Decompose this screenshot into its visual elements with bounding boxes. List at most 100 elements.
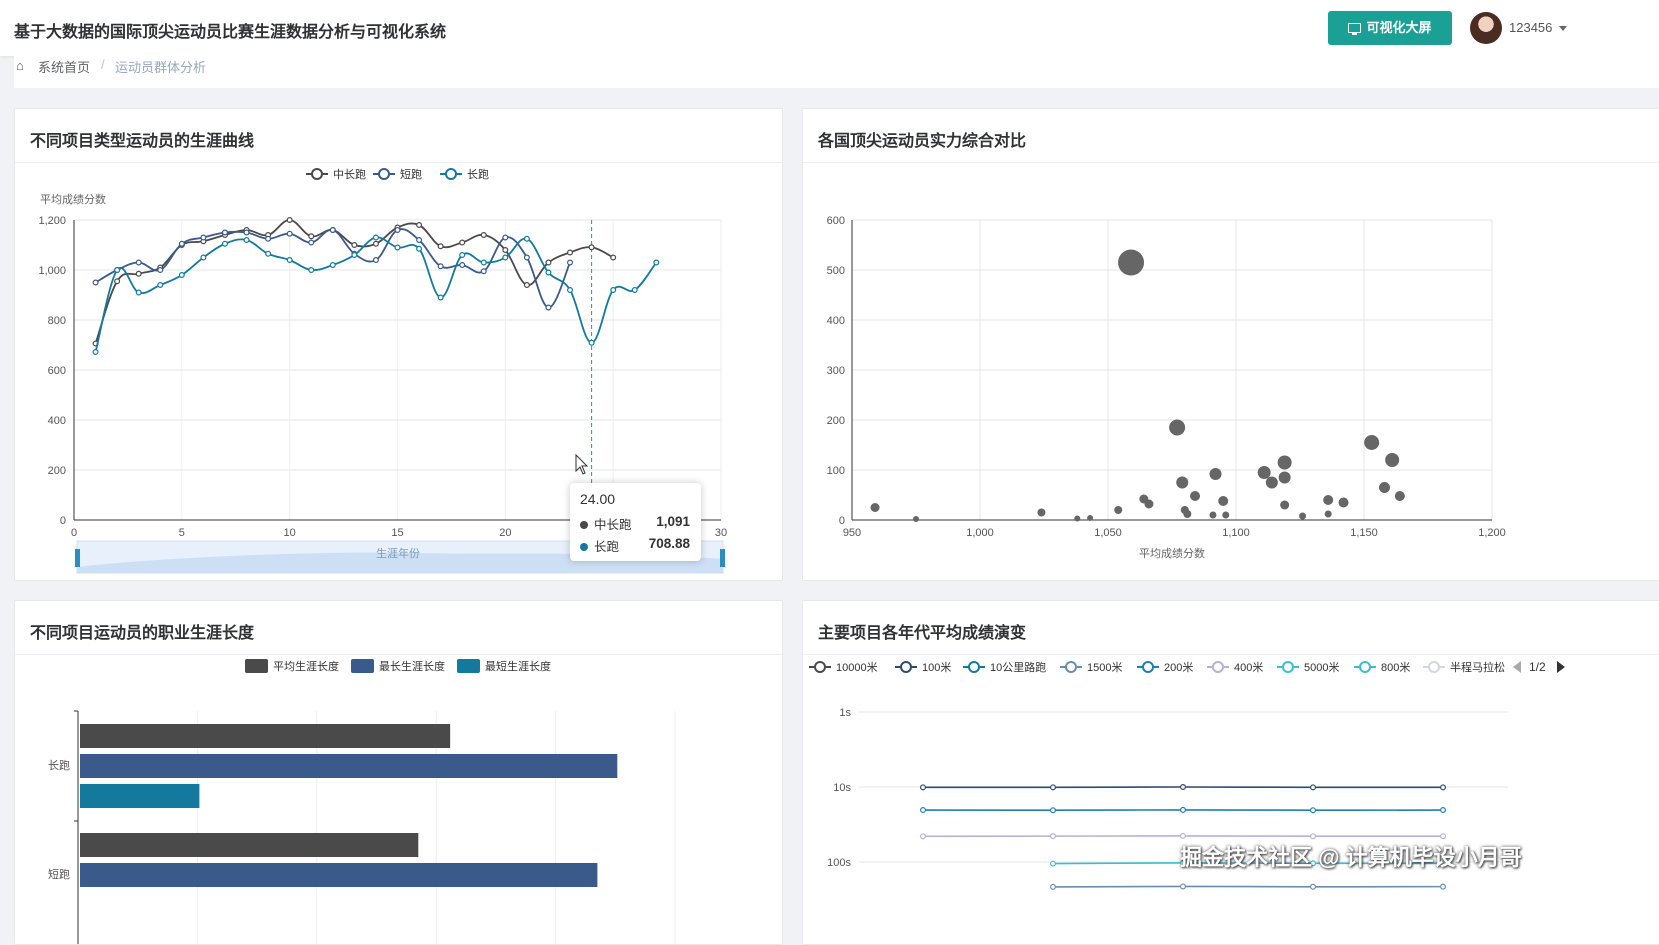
legend-pager: 1/2: [1529, 660, 1546, 674]
data-point: [481, 260, 486, 265]
data-point: [158, 283, 163, 288]
data-point: [244, 238, 249, 243]
monitor-icon: [1348, 23, 1361, 33]
data-point: [309, 234, 314, 239]
data-point: [417, 223, 422, 228]
legend-marker: [1213, 662, 1223, 672]
data-point: [287, 231, 292, 236]
legend-item-label: 1500米: [1087, 661, 1122, 674]
chart-tooltip: 24.00 中长跑 1,091 长跑 708.88: [570, 483, 701, 561]
series-dot-icon: [580, 543, 588, 551]
scatter-point: [1087, 515, 1093, 521]
x-tick-label: 1,000: [966, 527, 994, 539]
data-point: [1181, 834, 1186, 839]
legend-item-label: 800米: [1381, 661, 1410, 674]
bar-最长生涯长度: [80, 754, 617, 778]
data-point: [1311, 808, 1316, 813]
tooltip-row: 中长跑 1,091: [580, 514, 692, 532]
tooltip-series-value: 1,091: [656, 514, 690, 529]
data-point: [136, 290, 141, 295]
legend-marker: [446, 169, 456, 179]
legend-item-label: 最短生涯长度: [485, 659, 551, 673]
scatter-point: [1299, 513, 1306, 520]
breadcrumb: ⌂ 系统首页 / 运动员群体分析: [14, 56, 1659, 88]
data-point: [568, 250, 573, 255]
data-point: [654, 260, 659, 265]
scatter-point: [1339, 498, 1349, 508]
breadcrumb-home[interactable]: 系统首页: [38, 57, 90, 76]
data-point: [460, 263, 465, 268]
y-tick-label: 400: [48, 415, 66, 427]
data-point: [546, 305, 551, 310]
legend-marker: [1066, 662, 1076, 672]
scatter-point: [1190, 491, 1200, 501]
series-line-短跑: [96, 229, 570, 307]
legend-swatch: [457, 659, 480, 673]
scatter-point: [1218, 496, 1228, 506]
y-tick-label: 100s: [827, 857, 851, 869]
y-tick-label: 10s: [833, 782, 851, 794]
legend-item-label: 半程马拉松: [1450, 660, 1505, 674]
data-point: [460, 240, 465, 245]
watermark-text: 掘金技术社区 @ 计算机毕设小月哥: [1180, 840, 1522, 872]
data-point: [546, 260, 551, 265]
scatter-point: [1118, 250, 1144, 276]
legend-item-label: 100米: [922, 661, 951, 674]
data-point: [136, 271, 141, 276]
legend-item-label: 200米: [1164, 661, 1193, 674]
data-point: [1311, 884, 1316, 889]
y-tick-label: 0: [839, 515, 845, 527]
data-point: [481, 233, 486, 238]
username[interactable]: 123456: [1509, 20, 1552, 35]
era-evolution-chart[interactable]: 1s10s100s10000米100米10公里路跑1500米200米400米50…: [803, 601, 1659, 944]
career-length-chart[interactable]: 长跑短跑平均生涯长度最长生涯长度最短生涯长度: [15, 601, 782, 944]
zoom-handle-left: [75, 549, 80, 567]
scatter-point: [913, 516, 919, 522]
data-point: [395, 245, 400, 250]
data-point: [309, 268, 314, 273]
top-navbar: 基于大数据的国际顶尖运动员比赛生涯数据分析与可视化系统 可视化大屏 123456: [0, 0, 1659, 56]
data-point: [1051, 861, 1056, 866]
legend-item-label: 平均生涯长度: [273, 659, 339, 673]
data-point: [438, 295, 443, 300]
chevron-down-icon[interactable]: [1559, 26, 1567, 31]
data-point: [1051, 808, 1056, 813]
data-point: [568, 288, 573, 293]
scatter-point: [1169, 420, 1185, 436]
data-point: [1181, 884, 1186, 889]
scatter-point: [1325, 511, 1332, 518]
legend-marker: [969, 662, 979, 672]
legend-marker: [815, 662, 825, 672]
y-tick-label: 300: [827, 365, 845, 377]
scatter-point: [1385, 453, 1399, 467]
data-point: [1311, 785, 1316, 790]
data-point: [481, 269, 486, 274]
bar-平均生涯长度: [80, 833, 418, 857]
data-point: [266, 236, 271, 241]
tooltip-x-value: 24.00: [580, 491, 615, 507]
data-point: [201, 255, 206, 260]
y-tick-label: 600: [48, 365, 66, 377]
series-dot-icon: [580, 521, 588, 529]
home-icon: ⌂: [16, 58, 24, 73]
data-point: [115, 279, 120, 284]
country-compare-chart[interactable]: 01002003004005006009501,0001,0501,1001,1…: [803, 109, 1659, 580]
x-tick-label: 10: [284, 527, 296, 539]
data-point: [417, 246, 422, 251]
scatter-point: [1144, 500, 1153, 509]
x-tick-label: 20: [499, 527, 511, 539]
x-tick-label: 1,050: [1094, 527, 1122, 539]
x-tick-label: 1,100: [1222, 527, 1250, 539]
legend-item-label: 400米: [1234, 661, 1263, 674]
data-point: [503, 235, 508, 240]
data-point: [115, 268, 120, 273]
scatter-point: [1114, 506, 1122, 514]
x-axis-title: 生涯年份: [376, 546, 420, 560]
y-tick-label: 500: [827, 265, 845, 277]
tooltip-row: 长跑 708.88: [580, 536, 692, 554]
avatar[interactable]: [1470, 12, 1502, 44]
visualization-screen-button[interactable]: 可视化大屏: [1328, 11, 1452, 45]
x-axis-title: 平均成绩分数: [1139, 547, 1205, 560]
data-point: [503, 248, 508, 253]
scatter-point: [1266, 477, 1278, 489]
